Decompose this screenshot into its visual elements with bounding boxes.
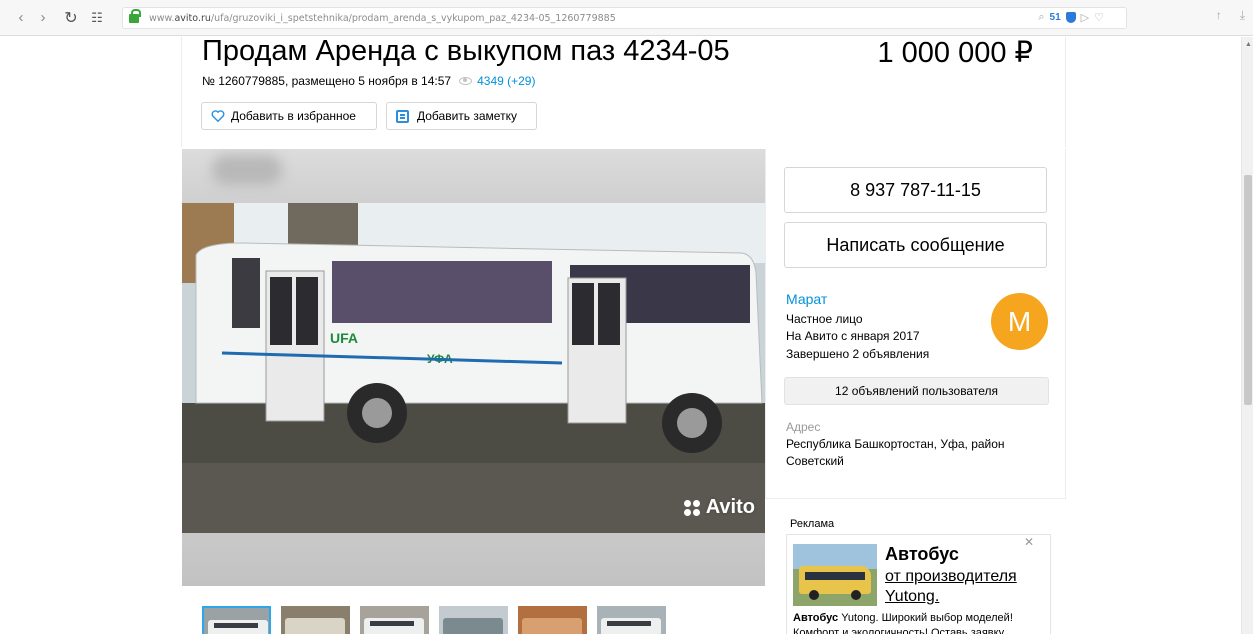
search-icon[interactable]: ⌕ [1038,11,1044,24]
add-favorite-label: Добавить в избранное [231,109,356,123]
browser-extras: ↑ ⤓ [1216,8,1245,23]
scroll-thumb[interactable] [1244,175,1252,405]
page-content: Продам Аренда с выкупом паз 4234-05 1 00… [0,37,1253,634]
listing-id-date: № 1260779885, размещено 5 ноября в 14:57 [202,74,452,88]
reload-icon[interactable]: ↻ [60,7,82,29]
photo-blur-top [182,149,765,203]
thumbnail-3[interactable] [360,606,429,634]
lock-icon [129,8,141,23]
speed-dial-icon[interactable]: ☷ [86,7,108,29]
seller-type: Частное лицо [786,312,863,326]
ad-title[interactable]: Автобус [885,544,959,565]
send-icon[interactable]: ▷ [1081,11,1089,24]
add-note-button[interactable]: Добавить заметку [386,102,537,130]
seller-since: На Авито с января 2017 [786,329,920,343]
shield-icon[interactable] [1065,12,1076,23]
browser-toolbar: ‹ › ↻ ☷ www.avito.ru/ufa/gruzoviki_i_spe… [0,0,1253,36]
address-bar[interactable]: www.avito.ru/ufa/gruzoviki_i_spetstehnik… [122,7,1127,29]
forward-icon[interactable]: › [32,7,54,29]
photo-gallery[interactable]: UFA УФА Avito [182,149,765,586]
close-icon[interactable]: ✕ [1024,535,1034,549]
send-message-button[interactable]: Написать сообщение [784,222,1047,268]
avito-watermark: Avito [683,496,755,519]
heart-icon [211,110,225,123]
address-label: Адрес [786,420,821,434]
seller-completed: Завершено 2 объявления [786,347,930,361]
add-note-label: Добавить заметку [417,109,517,123]
heart-outline-icon[interactable]: ♡ [1094,11,1104,24]
thumbnail-1[interactable] [202,606,271,634]
thumbnail-5[interactable] [518,606,587,634]
seller-avatar[interactable]: М [991,293,1048,350]
listing-title: Продам Аренда с выкупом паз 4234-05 [202,37,730,67]
bus-photo-image: UFA УФА [182,203,765,533]
listing-meta: № 1260779885, размещено 5 ноября в 14:57… [202,74,535,88]
url-tools: ⌕ 51 ▷ ♡ [1038,11,1104,24]
back-icon[interactable]: ‹ [10,7,32,29]
main-photo[interactable]: UFA УФА Avito [182,203,765,533]
seller-name-link[interactable]: Марат [786,291,827,307]
photo-blur-bottom [182,533,765,586]
ad-text: Автобус Yutong. Широкий выбор моделей! К… [793,612,1013,634]
listing-price: 1 000 000 ₽ [877,37,1033,69]
note-icon [396,109,409,123]
thumbnail-2[interactable] [281,606,350,634]
thumbnail-6[interactable] [597,606,666,634]
thumbnail-4[interactable] [439,606,508,634]
views-count[interactable]: 4349 (+29) [477,74,535,88]
photo-thumbnails [202,606,666,634]
download-icon[interactable]: ⤓ [1240,8,1245,23]
add-favorite-button[interactable]: Добавить в избранное [201,102,377,130]
seller-ads-button[interactable]: 12 объявлений пользователя [784,377,1049,405]
extension-count: 51 [1049,12,1061,23]
show-phone-button[interactable]: 8 937 787-11-15 [784,167,1047,213]
ad-subtitle-1[interactable]: от производителя [885,567,1055,587]
scroll-up-icon[interactable]: ▲ [1245,41,1252,48]
avito-logo-icon [683,499,700,516]
ad-label: Реклама [790,518,835,530]
ad-subtitle-2[interactable]: Yutong. [885,587,1055,607]
page-scrollbar[interactable]: ▲ [1241,37,1253,634]
svg-text:UFA: UFA [330,330,358,346]
ad-image[interactable] [793,544,877,606]
url-text[interactable]: www.avito.ru/ufa/gruzoviki_i_spetstehnik… [149,13,616,24]
eye-icon [459,77,473,85]
extension-icon[interactable]: ↑ [1216,8,1222,23]
address-value: Республика Башкортостан, Уфа, район Сове… [786,437,1005,468]
